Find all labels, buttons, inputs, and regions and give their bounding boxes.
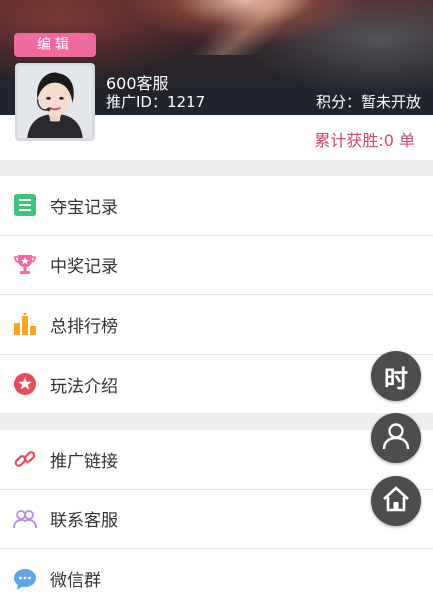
menu-label: 推广链接 xyxy=(50,451,118,472)
chat-icon xyxy=(12,566,38,592)
home-button[interactable] xyxy=(371,476,421,526)
wins-count: 累计获胜:0 单 xyxy=(314,131,415,150)
ranking-icon xyxy=(12,311,38,337)
trophy-icon xyxy=(12,252,38,278)
menu-item-treasure-records[interactable]: 夺宝记录 xyxy=(0,176,433,236)
points: 积分：暂未开放 xyxy=(315,93,421,111)
menu-label: 联系客服 xyxy=(50,511,118,532)
star-badge-icon xyxy=(12,371,38,397)
menu-item-promo-link[interactable]: 推广链接 xyxy=(0,430,433,490)
list-icon xyxy=(12,192,38,218)
contacts-icon xyxy=(12,506,38,532)
user-button[interactable] xyxy=(371,413,421,463)
promo-id: 推广ID：1217 xyxy=(106,93,206,111)
menu-item-leaderboard[interactable]: 总排行榜 xyxy=(0,295,433,355)
menu-label: 总排行榜 xyxy=(50,316,118,337)
menu-item-wechat-group[interactable]: 微信群 xyxy=(0,549,433,600)
time-button[interactable]: 时 xyxy=(371,351,421,401)
menu-item-how-to-play[interactable]: 玩法介绍 xyxy=(0,355,433,415)
avatar-image xyxy=(18,66,92,138)
home-icon xyxy=(381,484,411,518)
edit-button[interactable]: 编辑 xyxy=(14,33,96,57)
menu-label: 中奖记录 xyxy=(50,257,118,278)
menu-label: 玩法介绍 xyxy=(50,376,118,397)
menu-item-winning-records[interactable]: 中奖记录 xyxy=(0,236,433,295)
menu-item-contact-support[interactable]: 联系客服 xyxy=(0,490,433,549)
user-icon xyxy=(381,421,411,455)
link-icon xyxy=(12,446,38,472)
menu-label: 微信群 xyxy=(50,571,101,592)
menu-section-primary: 夺宝记录 中奖记录 总排行榜 玩法介绍 xyxy=(0,176,433,413)
avatar[interactable] xyxy=(15,63,95,141)
header-light-streak xyxy=(190,0,310,55)
menu-label: 夺宝记录 xyxy=(50,197,118,218)
menu-section-secondary: 推广链接 联系客服 微信群 xyxy=(0,430,433,600)
